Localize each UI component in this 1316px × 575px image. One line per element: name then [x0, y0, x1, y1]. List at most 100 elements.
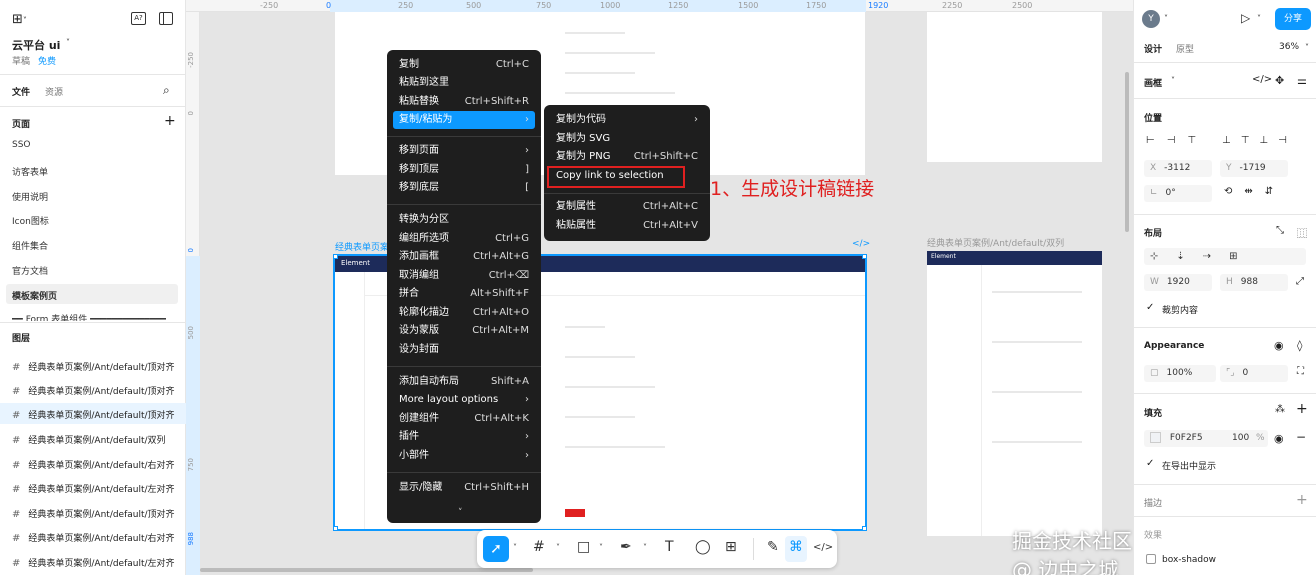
layer-item[interactable]: # 经典表单页案例/Ant/default/右对齐 — [12, 531, 175, 544]
add-fill-icon[interactable]: + — [1296, 401, 1308, 417]
page-item[interactable]: SSO — [12, 140, 31, 150]
menu-item-copy-paste-as[interactable]: 复制/粘贴为 › — [393, 111, 535, 129]
eye-icon[interactable]: ◉ — [1274, 432, 1284, 445]
search-icon[interactable]: ⌕ — [163, 83, 170, 98]
frame-label[interactable]: 经典表单页案例/Ant/default/双列 — [927, 236, 1064, 249]
sidebar-toggle-icon[interactable] — [159, 12, 173, 25]
file-title[interactable]: 云平台 ui — [12, 37, 60, 53]
checkbox-checked-icon[interactable]: ✓ — [1146, 302, 1154, 313]
opacity-field[interactable]: ▢ 100% — [1144, 365, 1216, 382]
y-field[interactable]: Y -1719 — [1220, 160, 1288, 177]
width-field[interactable]: W 1920 — [1144, 274, 1212, 291]
move-tool-icon[interactable]: ➚ — [483, 536, 509, 562]
rotation-field[interactable]: ∟ 0° — [1144, 185, 1212, 202]
resize-handle[interactable] — [333, 526, 338, 531]
chevron-down-icon[interactable]: ˅ — [1305, 43, 1309, 52]
remove-fill-icon[interactable]: − — [1296, 430, 1306, 444]
blend-icon[interactable]: ◊ — [1297, 339, 1302, 352]
styles-icon[interactable]: ⁂ — [1275, 404, 1285, 415]
chevron-down-icon[interactable]: ˅ — [1257, 14, 1261, 23]
checkbox-checked-icon[interactable]: ✓ — [1146, 458, 1154, 469]
menu-item-bring-to-front[interactable]: 移到顶层] — [393, 161, 535, 179]
layout-mode-selector[interactable]: ⊹⇣⇢⊞ — [1144, 248, 1306, 265]
plan-label[interactable]: 免费 — [38, 54, 56, 67]
rectangle-tool-icon[interactable]: □ — [577, 539, 590, 555]
tab-assets[interactable]: 资源 — [45, 85, 63, 98]
chevron-down-icon[interactable]: ˅ — [643, 543, 647, 552]
frame-tool-icon[interactable]: # — [533, 539, 545, 555]
canvas[interactable]: 经典表单页案例 </> Element 经典表单页案例/Ant/default/… — [200, 12, 1133, 575]
layer-item[interactable]: # 经典表单页案例/Ant/default/顶对齐 — [12, 360, 175, 373]
page-item[interactable]: 使用说明 — [12, 190, 48, 203]
frame-type-label[interactable]: 画框 — [1144, 76, 1162, 89]
layer-item[interactable]: # 经典表单页案例/Ant/default/左对齐 — [12, 482, 175, 495]
page-item-selected[interactable]: 模板案例页 — [12, 289, 57, 302]
tab-design[interactable]: 设计 — [1144, 42, 1162, 55]
menu-item-add-auto-layout[interactable]: 添加自动布局 Shift+A — [393, 373, 535, 391]
chevron-down-icon[interactable]: ˅ — [1171, 76, 1175, 85]
menu-item-plugins[interactable]: 插件 › — [393, 428, 535, 446]
adjust-icon[interactable]: ⚌ — [1297, 74, 1307, 87]
menu-item-send-to-back[interactable]: 移到底层[ — [393, 179, 535, 197]
text-tool-icon[interactable]: T — [665, 539, 674, 555]
menu-item-show-hide[interactable]: 显示/隐藏 Ctrl+Shift+H — [393, 479, 535, 497]
add-stroke-icon[interactable]: + — [1296, 492, 1308, 508]
present-icon[interactable]: ▷ — [1241, 11, 1250, 25]
menu-item-ungroup[interactable]: 取消编组 Ctrl+⌫ — [393, 267, 535, 285]
layer-item-selected[interactable]: # 经典表单页案例/Ant/default/顶对齐 — [12, 408, 175, 421]
menu-item-more-layout-options[interactable]: More layout options › — [393, 391, 535, 409]
chevron-down-icon[interactable]: ˅ — [1164, 14, 1168, 23]
resize-handle[interactable] — [333, 254, 338, 259]
font-icon[interactable]: A? — [131, 12, 146, 25]
chevron-down-icon[interactable]: ˅ — [599, 543, 603, 552]
horizontal-scrollbar[interactable] — [200, 568, 533, 572]
menu-item-group[interactable]: 编组所选项 Ctrl+G — [393, 230, 535, 248]
checkbox-unchecked-icon[interactable] — [1146, 554, 1156, 564]
component-icon[interactable]: ✥ — [1275, 74, 1284, 87]
menu-item-copy-as-svg[interactable]: 复制为 SVG — [550, 130, 704, 148]
frame-top-right[interactable] — [927, 12, 1102, 162]
resize-handle[interactable] — [862, 254, 867, 259]
align-horizontal-icons[interactable]: ⊢⊣⊤ — [1146, 135, 1219, 152]
page-item[interactable]: 官方文档 — [12, 264, 48, 277]
add-page-icon[interactable]: + — [164, 113, 176, 129]
tab-files[interactable]: 文件 — [12, 85, 30, 98]
fit-icon[interactable]: ⤡ — [1276, 225, 1284, 236]
layer-item[interactable]: # 经典表单页案例/Ant/default/顶对齐 — [12, 507, 175, 520]
page-item[interactable]: Icon图标 — [12, 214, 49, 227]
actions-icon[interactable]: ⊞ — [725, 539, 737, 555]
menu-item-copy-properties[interactable]: 复制属性 Ctrl+Alt+C — [550, 198, 704, 216]
constrain-icon[interactable]: ⤢ — [1296, 276, 1304, 287]
individual-corners-icon[interactable]: ⛶ — [1297, 366, 1304, 377]
menu-item-create-component[interactable]: 创建组件 Ctrl+Alt+K — [393, 410, 535, 428]
menu-item-flatten[interactable]: 拼合 Alt+Shift+F — [393, 285, 535, 303]
layer-item[interactable]: # 经典表单页案例/Ant/default/顶对齐 — [12, 384, 175, 397]
menu-item-move-to-page[interactable]: 移到页面 › — [393, 142, 535, 160]
menu-item-outline-stroke[interactable]: 轮廓化描边 Ctrl+Alt+O — [393, 304, 535, 322]
menu-item-copy[interactable]: 复制 Ctrl+C — [393, 56, 535, 74]
eye-icon[interactable]: ◉ — [1274, 339, 1284, 352]
menu-item-widgets[interactable]: 小部件 › — [393, 447, 535, 465]
layer-item[interactable]: # 经典表单页案例/Ant/default/双列 — [12, 433, 166, 446]
comment-tool-icon[interactable]: ◯ — [695, 539, 711, 555]
design-mode-icon[interactable]: ⌘ — [789, 539, 803, 555]
page-item[interactable]: 访客表单 — [12, 165, 48, 178]
main-menu-icon[interactable]: ⊞˅ — [12, 12, 27, 27]
code-icon[interactable]: </> — [1252, 74, 1272, 85]
fill-swatch[interactable] — [1150, 432, 1161, 443]
chevron-down-icon[interactable]: ˅ — [556, 543, 560, 552]
menu-item-set-as-cover[interactable]: 设为封面 — [393, 341, 535, 359]
pen-tool-icon[interactable]: ✒ — [620, 539, 632, 555]
dev-mode-icon[interactable]: </> — [813, 542, 833, 553]
share-button[interactable]: 分享 — [1275, 8, 1311, 30]
flip-icons[interactable]: ⟲⇹⇵ — [1224, 186, 1285, 197]
corner-radius-field[interactable]: ⌜⌟ 0 — [1220, 365, 1288, 382]
frame-double-column[interactable]: Element — [927, 251, 1102, 536]
menu-item-use-as-mask[interactable]: 设为蒙版 Ctrl+Alt+M — [393, 322, 535, 340]
layer-item[interactable]: # 经典表单页案例/Ant/default/左对齐 — [12, 556, 175, 569]
menu-item-convert-to-section[interactable]: 转换为分区 — [393, 211, 535, 229]
menu-item-paste-here[interactable]: 粘贴到这里 — [393, 74, 535, 92]
zoom-level[interactable]: 36% — [1279, 42, 1299, 52]
page-item[interactable]: ━━ Form 表单组件 ━━━━━━━━━━━━━━ — [12, 312, 172, 321]
menu-item-paste-replace[interactable]: 粘贴替换 Ctrl+Shift+R — [393, 93, 535, 111]
